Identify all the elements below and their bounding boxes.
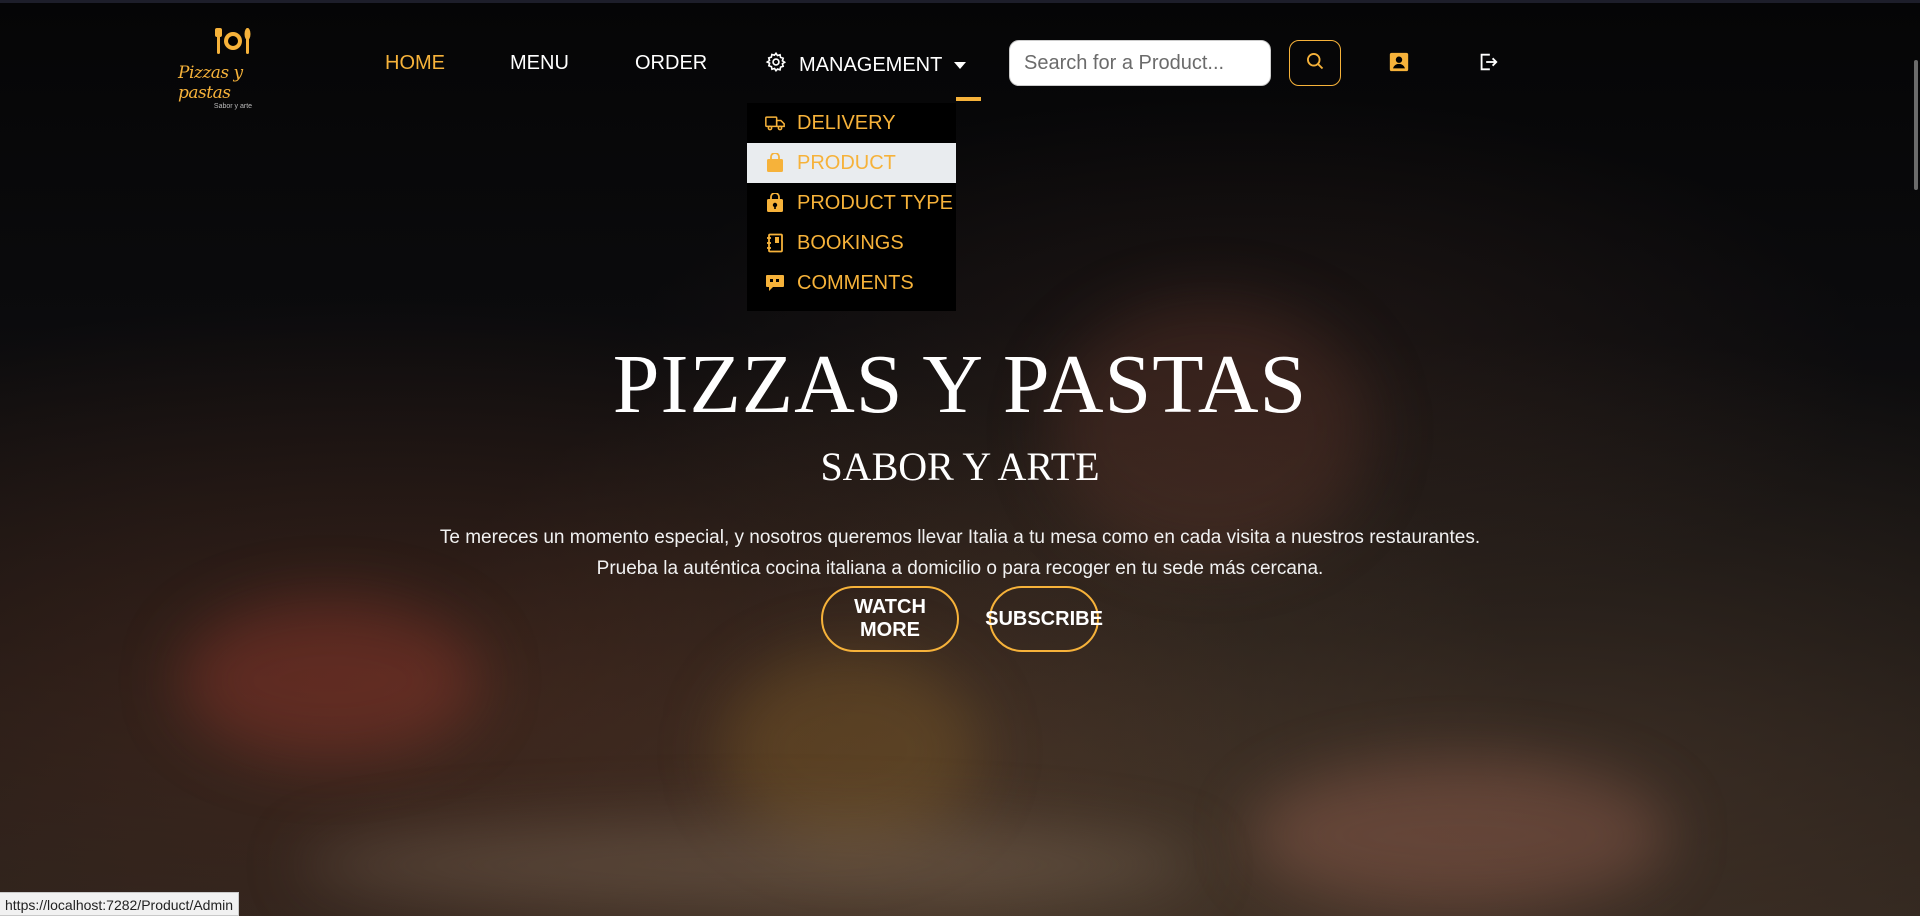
search-input[interactable] [1009,40,1271,86]
plate-cutlery-icon [213,26,253,63]
page-scrollbar[interactable] [1912,0,1920,916]
background-blur-3 [1250,760,1670,910]
truck-icon [765,113,785,133]
shopping-bag-icon [765,153,785,173]
logout-icon [1477,51,1499,78]
brand-logo[interactable]: Pizzas y pastas Sabor y arte [178,26,288,110]
logout-button[interactable] [1474,50,1502,78]
watch-more-button[interactable]: WATCH MORE [821,586,959,652]
lock-bag-icon [765,193,785,213]
nav-menu[interactable]: MENU [510,52,569,75]
search-icon [1305,51,1325,76]
window-top-border [0,0,1920,3]
user-profile-icon [1388,51,1410,78]
quote-comment-icon [765,273,785,293]
dropdown-item-bookings[interactable]: BOOKINGS [747,223,956,263]
hero-description-line-2: Prueba la auténtica cocina italiana a do… [596,558,1324,579]
active-dropdown-indicator [956,97,981,101]
hero-subtitle: SABOR Y ARTE [820,444,1100,489]
dropdown-item-label: PRODUCT TYPE [797,191,953,214]
book-icon [765,233,785,253]
dropdown-item-label: COMMENTS [797,271,914,294]
chevron-down-icon [954,61,967,69]
profile-button[interactable] [1385,50,1413,78]
dropdown-item-label: DELIVERY [797,111,896,134]
dropdown-item-delivery[interactable]: DELIVERY [747,103,956,143]
page: Pizzas y pastas Sabor y arte HOME MENU O… [0,0,1920,916]
nav-management[interactable]: MANAGEMENT [765,50,967,80]
nav-management-label: MANAGEMENT [799,53,943,76]
search-button[interactable] [1289,40,1341,86]
gear-icon [765,51,787,79]
dropdown-item-label: PRODUCT [797,151,896,174]
scrollbar-thumb[interactable] [1914,60,1918,190]
subscribe-button[interactable]: SUBSCRIBE [985,586,1103,652]
dropdown-item-comments[interactable]: COMMENTS [747,263,956,303]
hero-title: PIZZAS Y PASTAS [612,338,1308,431]
dropdown-item-product-type[interactable]: PRODUCT TYPE [747,183,956,223]
hero-description-line-1: Te mereces un momento especial, y nosotr… [439,527,1481,548]
hero-description: Te mereces un momento especial, y nosotr… [0,522,1920,584]
management-dropdown: DELIVERY PRODUCT PRODUCT TYPE BOOKINGS C… [747,103,956,311]
logo-text: Pizzas y pastas [178,63,243,103]
background-blur-5 [300,820,1200,910]
dropdown-item-label: BOOKINGS [797,231,904,254]
dropdown-item-product[interactable]: PRODUCT [747,143,956,183]
background-blur-1 [180,600,480,760]
nav-home[interactable]: HOME [385,52,445,75]
logo-subtext: Sabor y arte [213,103,253,110]
nav-order[interactable]: ORDER [635,52,707,75]
browser-status-url: https://localhost:7282/Product/Admin [0,892,240,916]
